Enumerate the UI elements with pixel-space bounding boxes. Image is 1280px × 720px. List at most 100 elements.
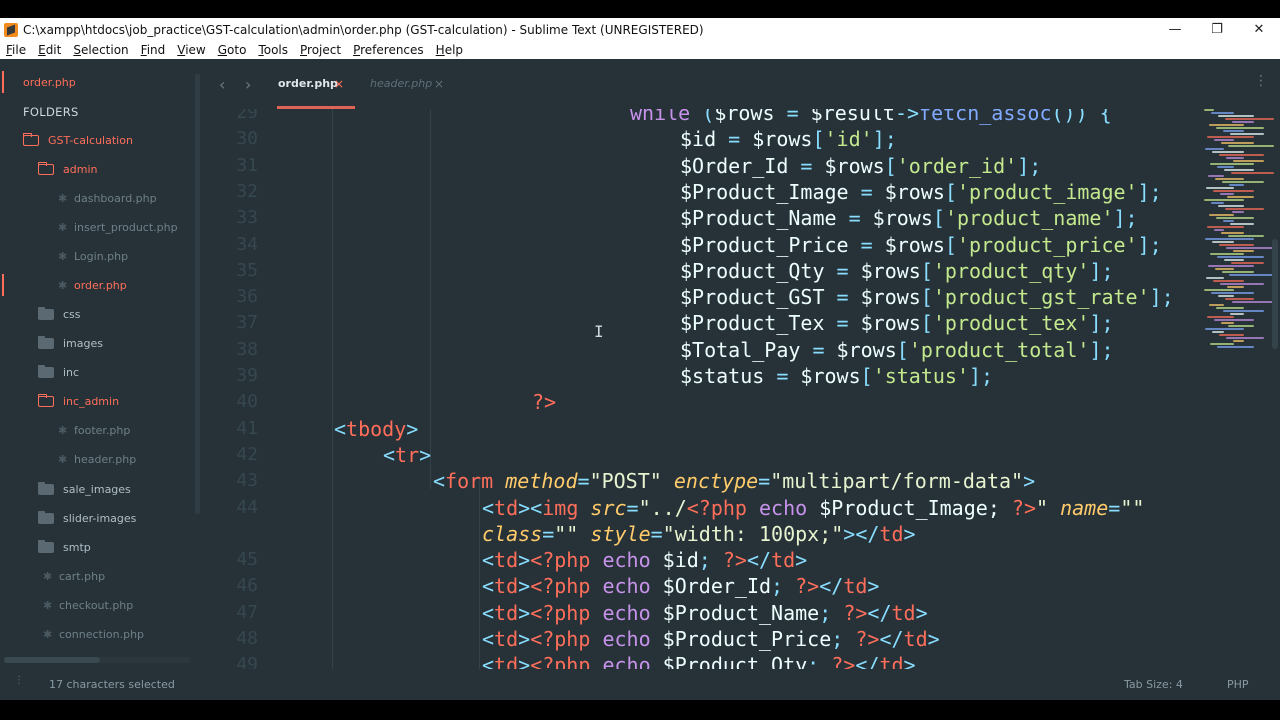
editor-vertical-scrollbar[interactable] <box>1272 69 1278 669</box>
code-text: ?> <box>532 390 557 415</box>
tab-header-php[interactable]: header.php <box>370 77 432 90</box>
minimap-line <box>1229 274 1274 276</box>
minimap-line <box>1218 205 1244 207</box>
minimap-line <box>1218 295 1234 297</box>
file-icon: ✱ <box>58 220 68 234</box>
menu-help[interactable]: Help <box>436 43 463 57</box>
menu-file[interactable]: File <box>6 43 26 57</box>
sidebar-scrollbar[interactable] <box>195 74 200 514</box>
minimap[interactable] <box>1202 109 1274 369</box>
code-text: $Total_Pay = $rows['product_total']; <box>680 337 1114 362</box>
minimap-line <box>1206 187 1234 189</box>
minimap-line <box>1231 262 1264 264</box>
file-checkout-php[interactable]: ✱ checkout.php <box>43 594 133 616</box>
code-text: <tr> <box>383 442 432 467</box>
minimap-line <box>1233 340 1244 342</box>
sidebar-horizontal-scrollbar[interactable] <box>4 657 190 663</box>
code-text: $Product_Image = $rows['product_image']; <box>680 179 1162 204</box>
line-number: 33 <box>236 207 258 229</box>
scrollbar-thumb[interactable] <box>1272 239 1278 349</box>
code-line: 46 <td><?php echo $Order_Id; ?></td> <box>202 573 1202 599</box>
file-cart-php[interactable]: ✱ cart.php <box>43 565 105 587</box>
code-text: while ($rows = $result->fetch_assoc()) { <box>630 109 1112 125</box>
minimap-line <box>1232 211 1244 213</box>
menu-tools[interactable]: Tools <box>258 43 288 57</box>
folder-admin[interactable]: admin <box>38 158 97 180</box>
menu-selection[interactable]: Selection <box>73 43 128 57</box>
file-footer-php[interactable]: ✱ footer.php <box>58 419 130 441</box>
line-number: 45 <box>236 549 258 571</box>
text-cursor-icon: I <box>594 322 604 341</box>
folder-smtp[interactable]: smtp <box>38 536 91 558</box>
minimap-line <box>1211 292 1254 294</box>
code-text: $Order_Id = $rows['order_id']; <box>680 153 1042 178</box>
tab-size-status[interactable]: Tab Size: 4 <box>1124 678 1183 691</box>
minimap-line <box>1213 280 1244 282</box>
line-number: 30 <box>236 128 258 150</box>
file-icon: ✱ <box>43 569 53 583</box>
file-login-php[interactable]: ✱ Login.php <box>58 245 128 267</box>
file-dashboard-php[interactable]: ✱ dashboard.php <box>58 187 157 209</box>
code-text: $id = $rows['id']; <box>680 127 897 152</box>
code-line: 30 $id = $rows['id']; <box>202 126 1202 152</box>
code-editor[interactable]: 29 while ($rows = $result->fetch_assoc())… <box>202 109 1202 669</box>
active-file-indicator <box>2 274 4 296</box>
code-text: $Product_Price = $rows['product_price']; <box>680 232 1162 257</box>
tab-close-icon[interactable]: × <box>334 77 344 91</box>
menu-view[interactable]: View <box>177 43 205 57</box>
folder-inc-admin[interactable]: inc_admin <box>38 390 119 412</box>
code-line: 45 <td><?php echo $id; ?></td> <box>202 547 1202 573</box>
folder-images[interactable]: images <box>38 332 103 354</box>
line-number: 32 <box>236 180 258 202</box>
minimap-line <box>1211 202 1224 204</box>
line-number: 42 <box>236 443 258 465</box>
folder-slider-images[interactable]: slider-images <box>38 507 136 529</box>
code-text: <tbody> <box>334 416 419 441</box>
minimize-button[interactable]: — <box>1154 18 1196 41</box>
minimap-line <box>1232 121 1254 123</box>
tab-close-icon[interactable]: × <box>434 77 444 91</box>
folder-css[interactable]: css <box>38 303 81 325</box>
tab-order-php[interactable]: order.php <box>278 77 338 90</box>
folder-open-icon <box>38 161 54 175</box>
minimap-line <box>1204 199 1244 201</box>
folder-inc[interactable]: inc <box>38 361 79 383</box>
file-header-php[interactable]: ✱ header.php <box>58 448 136 470</box>
code-line: 40 ?> <box>202 389 1202 415</box>
tab-back-icon[interactable]: ‹ <box>219 75 225 94</box>
minimap-line <box>1208 265 1254 267</box>
folders-header: FOLDERS <box>23 105 79 119</box>
close-button[interactable]: ✕ <box>1238 18 1280 41</box>
folder-gst-calculation[interactable]: GST-calculation <box>23 129 133 151</box>
minimap-line <box>1207 226 1244 228</box>
title-bar: C:\xampp\htdocs\job_practice\GST-calcula… <box>0 18 1280 41</box>
panel-toggle-icon[interactable]: ⋮ <box>14 676 24 686</box>
minimap-line <box>1223 130 1244 132</box>
file-connection-php[interactable]: ✱ connection.php <box>43 623 144 645</box>
menu-preferences[interactable]: Preferences <box>353 43 424 57</box>
open-file-order-php[interactable]: order.php <box>23 71 76 93</box>
code-text: $Product_Tex = $rows['product_tex']; <box>680 311 1114 336</box>
minimap-line <box>1207 316 1234 318</box>
minimap-line <box>1229 184 1244 186</box>
maximize-button[interactable]: ❐ <box>1196 18 1238 41</box>
minimap-line <box>1219 154 1264 156</box>
file-insert-product-php[interactable]: ✱ insert_product.php <box>58 216 178 238</box>
menu-edit[interactable]: Edit <box>38 43 61 57</box>
minimap-line <box>1223 220 1234 222</box>
menu-project[interactable]: Project <box>300 43 341 57</box>
menu-find[interactable]: Find <box>141 43 166 57</box>
file-order-php[interactable]: ✱ order.php <box>58 274 127 296</box>
more-options-icon[interactable]: ⋮ <box>1254 73 1268 89</box>
syntax-status[interactable]: PHP <box>1227 678 1249 691</box>
code-line: 35 $Product_Qty = $rows['product_qty']; <box>202 258 1202 284</box>
minimap-line <box>1224 169 1254 171</box>
line-number: 43 <box>236 470 258 492</box>
tab-forward-icon[interactable]: › <box>245 75 251 94</box>
menu-bar: File Edit Selection Find View Goto Tools… <box>0 41 1280 59</box>
code-line: 48 <td><?php echo $Product_Price; ?></td> <box>202 626 1202 652</box>
minimap-line <box>1226 337 1264 339</box>
menu-goto[interactable]: Goto <box>218 43 247 57</box>
folder-sale-images[interactable]: sale_images <box>38 478 131 500</box>
line-number: 46 <box>236 575 258 597</box>
